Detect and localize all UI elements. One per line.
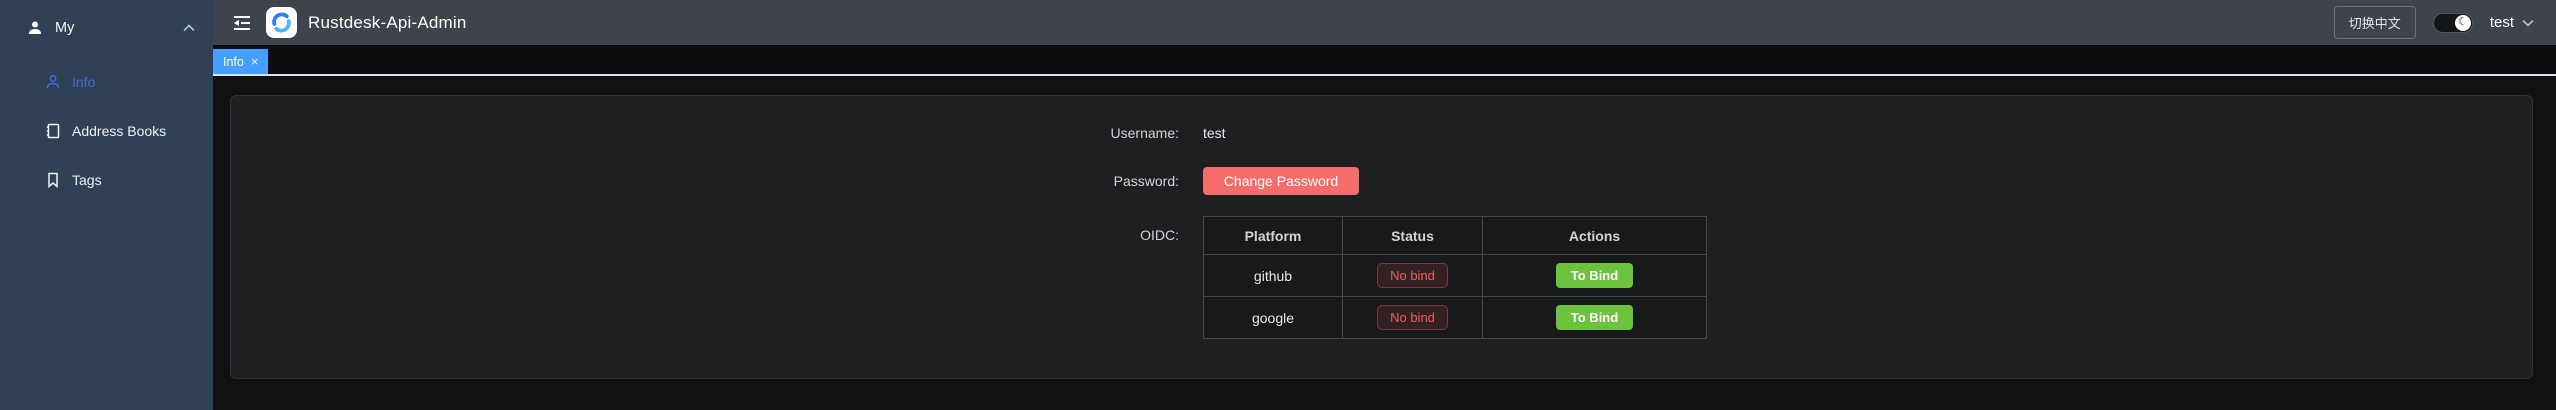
user-info-form: Username: test Password: Change Password… [1031,118,1707,339]
column-header-platform: Platform [1204,217,1343,255]
actions-cell: To Bind [1483,255,1707,297]
password-label: Password: [1031,167,1191,195]
info-card: Username: test Password: Change Password… [230,95,2533,379]
moon-icon: ☾ [2455,15,2471,31]
status-cell: No bind [1343,297,1483,339]
sidebar: My Info [0,0,213,410]
oidc-table: Platform Status Actions github No bind [1203,216,1707,339]
sidebar-item-info[interactable]: Info [0,57,213,106]
username-label: Username: [1031,118,1191,148]
dark-mode-toggle[interactable]: ☾ [2433,13,2473,33]
column-header-status: Status [1343,217,1483,255]
switch-language-button[interactable]: 切换中文 [2334,6,2416,39]
chevron-up-icon [183,24,195,32]
app-header: Rustdesk-Api-Admin 切换中文 ☾ test [213,0,2556,45]
status-badge: No bind [1377,263,1448,288]
tab-info[interactable]: Info × [213,49,268,74]
oidc-label: OIDC: [1031,216,1191,255]
sidebar-group-my[interactable]: My [0,8,213,48]
sidebar-item-label: Info [72,74,95,90]
tab-label: Info [223,55,244,69]
platform-cell: github [1204,255,1343,297]
tabs-bar: Info × [213,45,2556,76]
sidebar-item-address-books[interactable]: Address Books [0,106,213,155]
app-root: Rustdesk-Api-Admin 切换中文 ☾ test My [0,0,2556,410]
password-row: Password: Change Password [1031,167,1707,195]
username-value: test [1203,118,1226,148]
status-badge: No bind [1377,305,1448,330]
user-outline-icon [45,74,61,90]
address-book-icon [45,123,61,139]
sidebar-item-label: Tags [72,172,102,188]
table-header-row: Platform Status Actions [1204,217,1707,255]
actions-cell: To Bind [1483,297,1707,339]
status-cell: No bind [1343,255,1483,297]
sidebar-item-label: Address Books [72,123,166,139]
change-password-button[interactable]: Change Password [1203,167,1359,195]
tab-close-icon[interactable]: × [251,55,259,68]
header-actions: 切换中文 ☾ test [2334,6,2534,39]
to-bind-button[interactable]: To Bind [1556,305,1633,330]
user-name: test [2490,14,2514,31]
column-header-actions: Actions [1483,217,1707,255]
table-row: github No bind To Bind [1204,255,1707,297]
sidebar-menu: Info Address Books Tags [0,57,213,204]
menu-fold-icon [231,13,253,33]
platform-cell: google [1204,297,1343,339]
chevron-down-icon [2522,19,2534,27]
page-title: Rustdesk-Api-Admin [308,13,467,33]
user-dropdown[interactable]: test [2490,14,2534,31]
rustdesk-logo-icon [270,11,293,34]
rustdesk-logo [266,7,297,38]
main-content: Username: test Password: Change Password… [213,76,2556,410]
oidc-row: OIDC: Platform Status Actions [1031,216,1707,339]
sidebar-group-label: My [55,20,74,36]
username-row: Username: test [1031,118,1707,148]
sidebar-item-tags[interactable]: Tags [0,155,213,204]
to-bind-button[interactable]: To Bind [1556,263,1633,288]
table-row: google No bind To Bind [1204,297,1707,339]
sidebar-fold-icon[interactable] [227,9,257,37]
user-filled-icon [27,20,43,36]
bookmark-icon [45,172,61,188]
